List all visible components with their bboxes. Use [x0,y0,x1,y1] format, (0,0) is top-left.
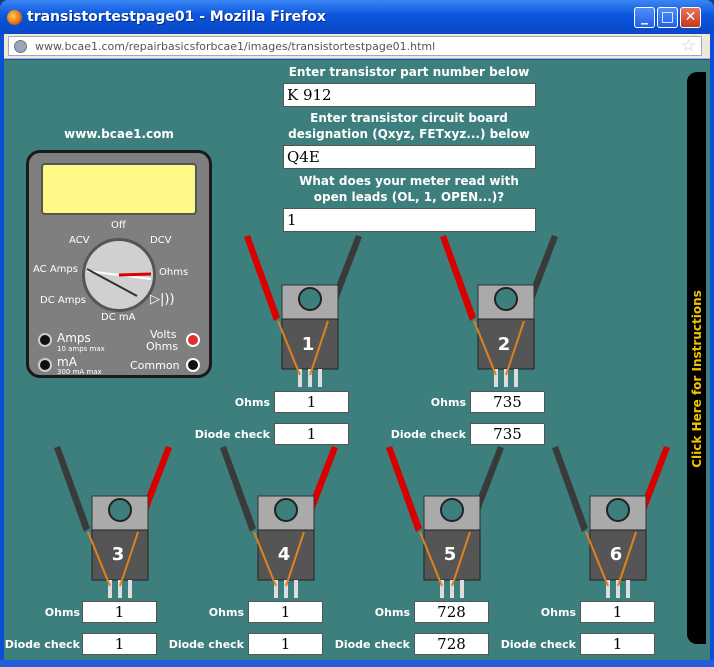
open-leads-label-line2: open leads (OL, 1, OPEN...)? [313,190,505,204]
transistor-4-diode-field[interactable]: 1 [248,633,323,655]
open-leads-input[interactable]: 1 [283,208,536,232]
meter-diode-icon: ▷|)) [150,292,175,307]
transistor-2-graphic [440,235,558,387]
amps-jack-label: Amps [57,331,91,345]
close-button[interactable]: ✕ [680,7,701,28]
globe-icon [14,40,27,53]
transistor-5-diode-label: Diode check [334,638,410,651]
transistor-3-graphic [54,446,172,598]
meter-off-label: Off [111,220,126,231]
transistor-3-ohms-label: Ohms [44,606,80,619]
transistor-4-ohms-label: Ohms [208,606,244,619]
minimize-button[interactable]: _ [634,7,655,28]
part-number-input[interactable]: K 912 [283,83,536,107]
part-number-label: Enter transistor part number below [288,65,530,79]
taskbar [0,660,714,667]
ohms-jack-label: Ohms [146,340,179,353]
transistor-6-ohms-field[interactable]: 1 [580,601,655,623]
page-content: Enter transistor part number below K 912… [4,60,710,660]
transistor-5-ohms-label: Ohms [374,606,410,619]
transistor-5-number: 5 [443,544,457,565]
meter-dial[interactable] [82,238,156,312]
transistor-3-number: 3 [111,544,125,565]
ma-max-label: 300 mA max [57,368,102,376]
transistor-1-graphic [244,235,362,387]
instructions-tab[interactable]: Click Here for Instructions [687,72,706,644]
multimeter: Off ACV DCV AC Amps Ohms DC Amps ▷|)) DC… [26,150,212,378]
maximize-button[interactable]: □ [657,7,678,28]
transistor-2-number: 2 [497,334,511,355]
transistor-3-ohms-field[interactable]: 1 [82,601,157,623]
meter-dc-ma-label: DC mA [101,312,136,323]
transistor-2-ohms-label: Ohms [430,396,466,409]
url-field[interactable]: www.bcae1.com/repairbasicsforbcae1/image… [8,36,702,56]
volts-ohms-jack[interactable] [186,333,200,347]
transistor-1-number: 1 [301,334,315,355]
transistor-4-number: 4 [277,544,291,565]
transistor-1-diode-field[interactable]: 1 [274,423,349,445]
ma-jack[interactable] [38,358,52,372]
transistor-1-ohms-label: Ohms [234,396,270,409]
open-leads-label-line1: What does your meter read with [299,174,519,188]
transistor-6-number: 6 [609,544,623,565]
common-label: Common [130,359,180,372]
transistor-5-diode-field[interactable]: 728 [414,633,489,655]
meter-dcv-label: DCV [150,235,172,246]
transistor-6-diode-label: Diode check [500,638,576,651]
transistor-3-diode-label: Diode check [4,638,80,651]
transistor-6-diode-field[interactable]: 1 [580,633,655,655]
transistor-2-diode-label: Diode check [390,428,466,441]
transistor-6-graphic [552,446,670,598]
transistor-3-diode-field[interactable]: 1 [82,633,157,655]
common-jack[interactable] [186,358,200,372]
dial-pointer-icon [86,268,152,297]
window-title: transistortestpage01 - Mozilla Firefox [27,9,326,25]
meter-ohms-label: Ohms [159,267,189,278]
url-text: www.bcae1.com/repairbasicsforbcae1/image… [35,40,436,53]
meter-dc-amps-label: DC Amps [40,295,87,306]
navigation-bar: www.bcae1.com/repairbasicsforbcae1/image… [4,34,710,59]
designation-input[interactable]: Q4E [283,145,536,169]
meter-acv-label: ACV [69,235,90,246]
site-url-label: www.bcae1.com [64,127,174,141]
meter-ac-amps-label: AC Amps [33,264,78,275]
designation-label-line2: designation (Qxyz, FETxyz...) below [288,127,530,141]
transistor-4-ohms-field[interactable]: 1 [248,601,323,623]
designation-label-line1: Enter transistor circuit board [310,111,508,125]
title-bar[interactable]: transistortestpage01 - Mozilla Firefox _… [0,0,714,34]
amps-jack[interactable] [38,333,52,347]
transistor-2-diode-field[interactable]: 735 [470,423,545,445]
ma-jack-label: mA [57,355,77,369]
instructions-tab-label: Click Here for Instructions [690,290,704,468]
transistor-4-diode-label: Diode check [168,638,244,651]
transistor-5-ohms-field[interactable]: 728 [414,601,489,623]
meter-display [41,163,197,215]
firefox-icon [7,10,22,25]
amps-max-label: 10 amps max [57,345,105,353]
transistor-4-graphic [220,446,338,598]
transistor-2-ohms-field[interactable]: 735 [470,391,545,413]
transistor-5-graphic [386,446,504,598]
transistor-6-ohms-label: Ohms [540,606,576,619]
transistor-1-diode-label: Diode check [194,428,270,441]
bookmark-star-icon[interactable]: ☆ [681,36,696,56]
transistor-1-ohms-field[interactable]: 1 [274,391,349,413]
browser-window: transistortestpage01 - Mozilla Firefox _… [0,0,714,667]
